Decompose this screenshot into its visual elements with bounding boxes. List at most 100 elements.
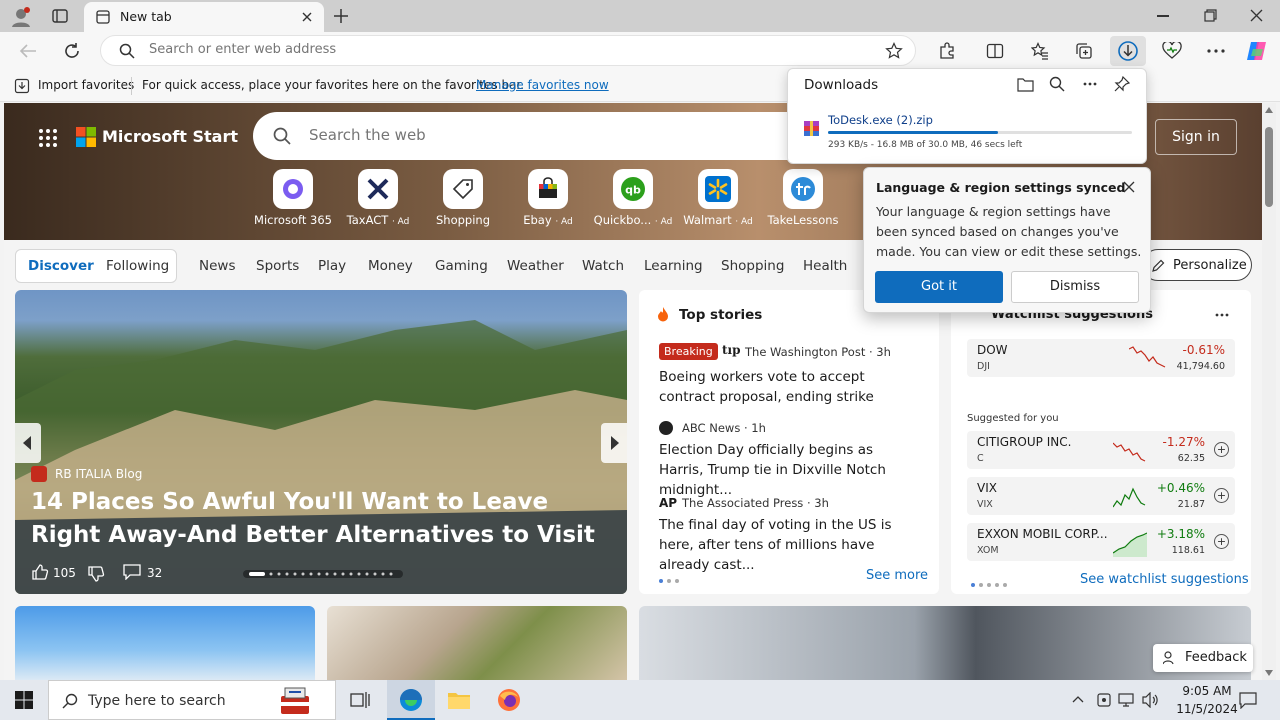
hero-prev-arrow[interactable] <box>15 423 41 463</box>
app-quickbooks[interactable]: qb Quickbo... · Ad <box>593 169 673 227</box>
add-to-watchlist-button[interactable]: + <box>1214 442 1229 457</box>
brand-title[interactable]: Microsoft Start <box>102 127 238 146</box>
clock-time[interactable]: 9:05 AM <box>1172 684 1242 698</box>
add-to-watchlist-button[interactable]: + <box>1214 534 1229 549</box>
nav-sports[interactable]: Sports <box>256 258 299 274</box>
story-source: The Washington Post · 3h <box>745 345 891 359</box>
story-headline[interactable]: The final day of voting in the US is her… <box>659 515 921 575</box>
hero-next-arrow[interactable] <box>601 423 627 463</box>
download-item[interactable]: ToDesk.exe (2).zip 293 KB/s - 16.8 MB of… <box>788 105 1146 155</box>
nav-money[interactable]: Money <box>368 258 413 274</box>
more-menu-icon[interactable] <box>1207 49 1225 53</box>
address-bar[interactable] <box>100 35 916 66</box>
close-tab-icon[interactable] <box>300 10 314 24</box>
dislike-icon[interactable] <box>87 565 105 583</box>
carousel-indicator[interactable] <box>243 570 403 578</box>
import-favorites-button[interactable]: Import favorites <box>38 78 134 92</box>
downloads-button[interactable] <box>1110 36 1146 66</box>
hero-headline[interactable]: 14 Places So Awful You'll Want to Leave … <box>31 486 611 552</box>
extensions-icon[interactable] <box>938 42 956 60</box>
tab-following[interactable]: Following <box>106 258 169 274</box>
scrollbar-thumb[interactable] <box>1265 127 1273 207</box>
story-headline[interactable]: Election Day officially begins as Harris… <box>659 440 921 500</box>
app-taxact[interactable]: TaxACT · Ad <box>338 169 418 227</box>
pagination-dots[interactable] <box>971 576 1011 591</box>
hero-story-card[interactable]: RB ITALIA Blog 14 Places So Awful You'll… <box>15 290 627 594</box>
edge-taskbar-button[interactable] <box>387 680 435 720</box>
file-explorer-icon[interactable] <box>447 690 471 710</box>
see-more-link[interactable]: See more <box>866 568 928 583</box>
task-view-icon[interactable] <box>350 691 370 709</box>
restore-button[interactable] <box>1204 9 1217 22</box>
search-downloads-icon[interactable] <box>1049 76 1065 92</box>
firefox-icon[interactable] <box>497 688 521 712</box>
volume-icon[interactable] <box>1142 692 1160 708</box>
add-to-watchlist-button[interactable]: + <box>1214 488 1229 503</box>
nav-news[interactable]: News <box>199 258 235 274</box>
app-launcher-icon[interactable] <box>38 128 58 148</box>
stock-row[interactable]: VIX VIX +0.46% 21.87 + <box>967 477 1235 515</box>
nav-learning[interactable]: Learning <box>644 258 703 274</box>
stock-row[interactable]: DOW DJI -0.61% 41,794.60 <box>967 339 1235 377</box>
nav-play[interactable]: Play <box>318 258 346 274</box>
nav-gaming[interactable]: Gaming <box>435 258 488 274</box>
windows-start-icon[interactable] <box>15 691 33 709</box>
show-hidden-icons[interactable] <box>1072 695 1084 703</box>
more-options-icon[interactable] <box>1083 82 1097 86</box>
network-icon[interactable] <box>1118 692 1136 708</box>
close-icon[interactable] <box>1123 181 1135 193</box>
more-options-icon[interactable] <box>1215 313 1229 317</box>
stock-row[interactable]: EXXON MOBIL CORP... XOM +3.18% 118.61 + <box>967 523 1235 561</box>
browser-essentials-icon[interactable] <box>1162 42 1182 60</box>
address-input[interactable] <box>149 42 849 57</box>
comment-icon[interactable] <box>123 564 141 580</box>
app-walmart[interactable]: Walmart · Ad <box>678 169 758 227</box>
story-headline[interactable]: Boeing workers vote to accept contract p… <box>659 367 921 407</box>
pin-icon[interactable] <box>1114 76 1130 92</box>
nav-health[interactable]: Health <box>803 258 847 274</box>
copilot-icon[interactable] <box>1245 39 1269 63</box>
clock-date[interactable]: 11/5/2024 <box>1172 702 1242 716</box>
refresh-icon[interactable] <box>63 42 81 60</box>
like-icon[interactable] <box>31 563 49 581</box>
minimize-button[interactable] <box>1157 15 1169 17</box>
see-watchlist-link[interactable]: See watchlist suggestions <box>1080 572 1249 587</box>
collections-icon[interactable] <box>1075 42 1093 60</box>
tab-new-tab[interactable]: New tab <box>84 2 324 32</box>
split-screen-icon[interactable] <box>986 42 1004 60</box>
search-highlight-icon[interactable] <box>277 684 313 718</box>
web-search-input[interactable] <box>309 126 789 144</box>
tab-discover[interactable]: Discover <box>28 258 94 274</box>
story-card-image[interactable] <box>15 606 315 680</box>
microsoft-logo-icon[interactable] <box>76 127 96 147</box>
personalize-button[interactable]: Personalize <box>1142 249 1252 281</box>
back-icon[interactable] <box>19 43 37 59</box>
favorite-star-icon[interactable] <box>885 42 903 60</box>
feedback-button[interactable]: Feedback <box>1153 644 1253 672</box>
tab-actions-icon[interactable] <box>52 8 68 24</box>
open-folder-icon[interactable] <box>1017 77 1034 92</box>
pagination-dots[interactable] <box>659 572 683 587</box>
favorites-icon[interactable] <box>1031 42 1049 60</box>
nav-watch[interactable]: Watch <box>582 258 624 274</box>
tray-app-icon[interactable] <box>1096 692 1112 708</box>
close-window-button[interactable] <box>1250 9 1263 22</box>
app-takelessons[interactable]: TakeLessons <box>763 169 843 227</box>
taskbar-search[interactable]: Type here to search <box>48 680 336 720</box>
new-tab-button[interactable] <box>332 7 350 25</box>
profile-icon[interactable] <box>10 6 32 28</box>
notifications-icon[interactable] <box>1239 691 1257 709</box>
app-shopping[interactable]: Shopping <box>423 169 503 227</box>
page-scrollbar[interactable] <box>1262 103 1276 680</box>
manage-favorites-link[interactable]: Manage favorites now <box>476 78 609 92</box>
app-microsoft-365[interactable]: Microsoft 365 <box>253 169 333 227</box>
dismiss-button[interactable]: Dismiss <box>1011 271 1139 303</box>
nav-weather[interactable]: Weather <box>507 258 564 274</box>
nav-shopping[interactable]: Shopping <box>721 258 784 274</box>
sign-in-button[interactable]: Sign in <box>1155 119 1237 155</box>
story-card-image[interactable] <box>327 606 627 680</box>
app-ebay[interactable]: Ebay · Ad <box>508 169 588 227</box>
got-it-button[interactable]: Got it <box>875 271 1003 303</box>
stock-row[interactable]: CITIGROUP INC. C -1.27% 62.35 + <box>967 431 1235 469</box>
web-search-box[interactable] <box>253 112 813 160</box>
